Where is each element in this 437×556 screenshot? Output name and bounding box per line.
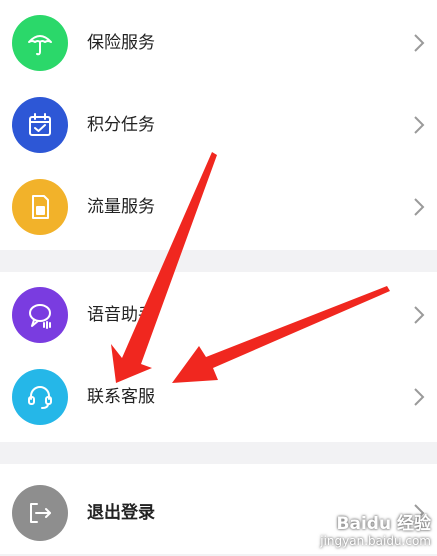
menu-item-label: 流量服务 — [87, 197, 155, 217]
menu-item-label: 积分任务 — [87, 115, 155, 135]
menu-item-insurance[interactable]: 保险服务 — [0, 0, 437, 86]
watermark-logo: Baidu 经验 — [336, 514, 431, 534]
umbrella-icon — [12, 15, 68, 71]
chevron-right-icon — [414, 198, 425, 216]
menu-item-contact-support[interactable]: 联系客服 — [0, 354, 437, 440]
sim-card-icon — [12, 179, 68, 235]
watermark: Baidu 经验 jingyan.baidu.com — [320, 509, 431, 548]
calendar-check-icon — [12, 97, 68, 153]
logout-icon — [12, 485, 68, 541]
menu-item-data-service[interactable]: 流量服务 — [0, 164, 437, 250]
chevron-right-icon — [414, 34, 425, 52]
menu-item-voice-assistant[interactable]: 语音助手 — [0, 272, 437, 358]
menu-group-support: 语音助手 联系客服 — [0, 272, 437, 442]
chevron-right-icon — [414, 306, 425, 324]
menu-item-points-tasks[interactable]: 积分任务 — [0, 82, 437, 168]
menu-item-label: 语音助手 — [87, 305, 155, 325]
menu-item-label: 退出登录 — [87, 503, 155, 523]
watermark-url: jingyan.baidu.com — [320, 534, 431, 548]
chevron-right-icon — [414, 388, 425, 406]
menu-item-label: 保险服务 — [87, 33, 155, 53]
voice-chat-icon — [12, 287, 68, 343]
headset-icon — [12, 369, 68, 425]
menu-group-services: 保险服务 积分任务 流量服务 — [0, 0, 437, 250]
chevron-right-icon — [414, 116, 425, 134]
menu-item-label: 联系客服 — [87, 387, 155, 407]
